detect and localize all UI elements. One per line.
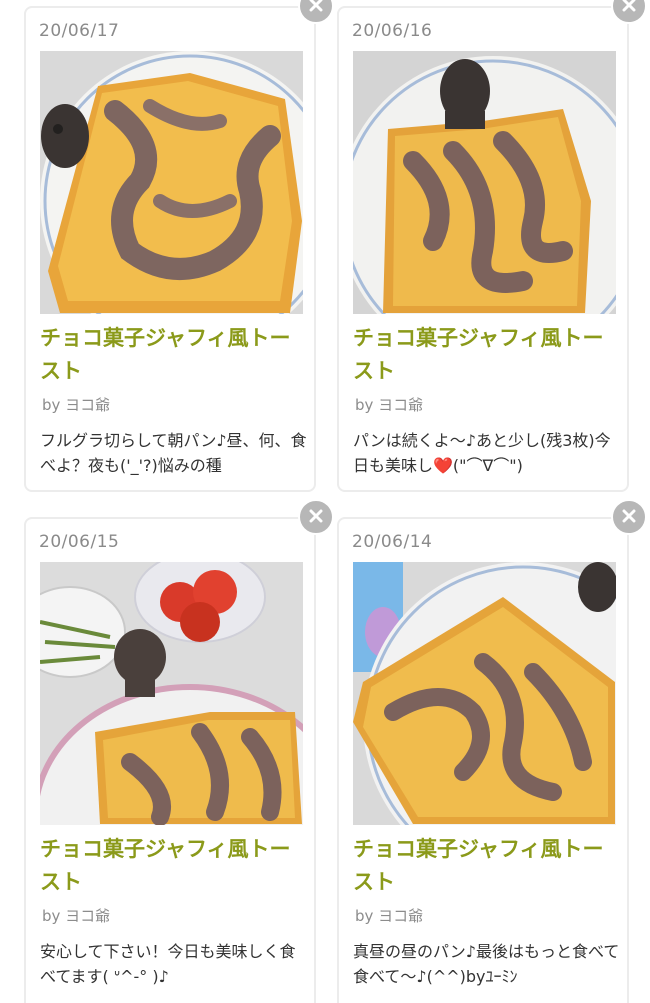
recipe-card[interactable]: 20/06/16 チョコ菓子ジャフィ風トースト by ヨコ爺 パンは続くよ〜♪あ… bbox=[337, 0, 647, 492]
recipe-photo[interactable] bbox=[40, 51, 303, 314]
close-icon bbox=[622, 508, 636, 527]
recipe-date: 20/06/15 bbox=[39, 532, 120, 552]
recipe-card[interactable]: 20/06/14 チョコ菓子ジャフィ風トースト by ヨコ爺 真昼の昼のパン♪最… bbox=[337, 499, 647, 1003]
close-icon bbox=[309, 508, 323, 527]
recipe-title[interactable]: チョコ菓子ジャフィ風トースト bbox=[40, 322, 310, 388]
recipe-description: パンは続くよ〜♪あと少し(残3枚)今日も美味し❤️("⌒∇⌒") bbox=[353, 431, 611, 475]
recipe-date: 20/06/14 bbox=[352, 532, 433, 552]
recipe-card[interactable]: 20/06/15 チョコ菓子ジャフィ風トースト by ヨコ爺 安心して下さい！今… bbox=[24, 499, 334, 1003]
recipe-photo[interactable] bbox=[353, 51, 616, 314]
recipe-date: 20/06/17 bbox=[39, 21, 120, 41]
recipe-photo[interactable] bbox=[353, 562, 616, 825]
recipe-description: 真昼の昼のパン♪最後はもっと食べて食べて〜♪(^^)byﾕｰﾐﾝ bbox=[353, 942, 620, 986]
recipe-description: 安心して下さい！今日も美味しく食べてます( ᐡ^-° )♪ bbox=[40, 942, 296, 986]
recipe-author: by ヨコ爺 bbox=[355, 907, 424, 925]
recipe-title[interactable]: チョコ菓子ジャフィ風トースト bbox=[40, 833, 310, 899]
remove-button[interactable] bbox=[611, 0, 647, 24]
recipe-author: by ヨコ爺 bbox=[42, 396, 111, 414]
remove-button[interactable] bbox=[611, 499, 647, 535]
recipe-author: by ヨコ爺 bbox=[42, 907, 111, 925]
remove-button[interactable] bbox=[298, 499, 334, 535]
recipe-description: フルグラ切らして朝パン♪昼、何、食べよ？夜も('_'?)悩みの種 bbox=[40, 431, 307, 475]
recipe-title[interactable]: チョコ菓子ジャフィ風トースト bbox=[353, 322, 623, 388]
recipe-card[interactable]: 20/06/17 チョコ菓子ジャフィ風トースト by ヨコ爺 フルグラ切らして朝… bbox=[24, 0, 334, 492]
close-icon bbox=[309, 0, 323, 16]
recipe-title[interactable]: チョコ菓子ジャフィ風トースト bbox=[353, 833, 623, 899]
recipe-author: by ヨコ爺 bbox=[355, 396, 424, 414]
recipe-photo[interactable] bbox=[40, 562, 303, 825]
remove-button[interactable] bbox=[298, 0, 334, 24]
close-icon bbox=[622, 0, 636, 16]
recipe-date: 20/06/16 bbox=[352, 21, 433, 41]
